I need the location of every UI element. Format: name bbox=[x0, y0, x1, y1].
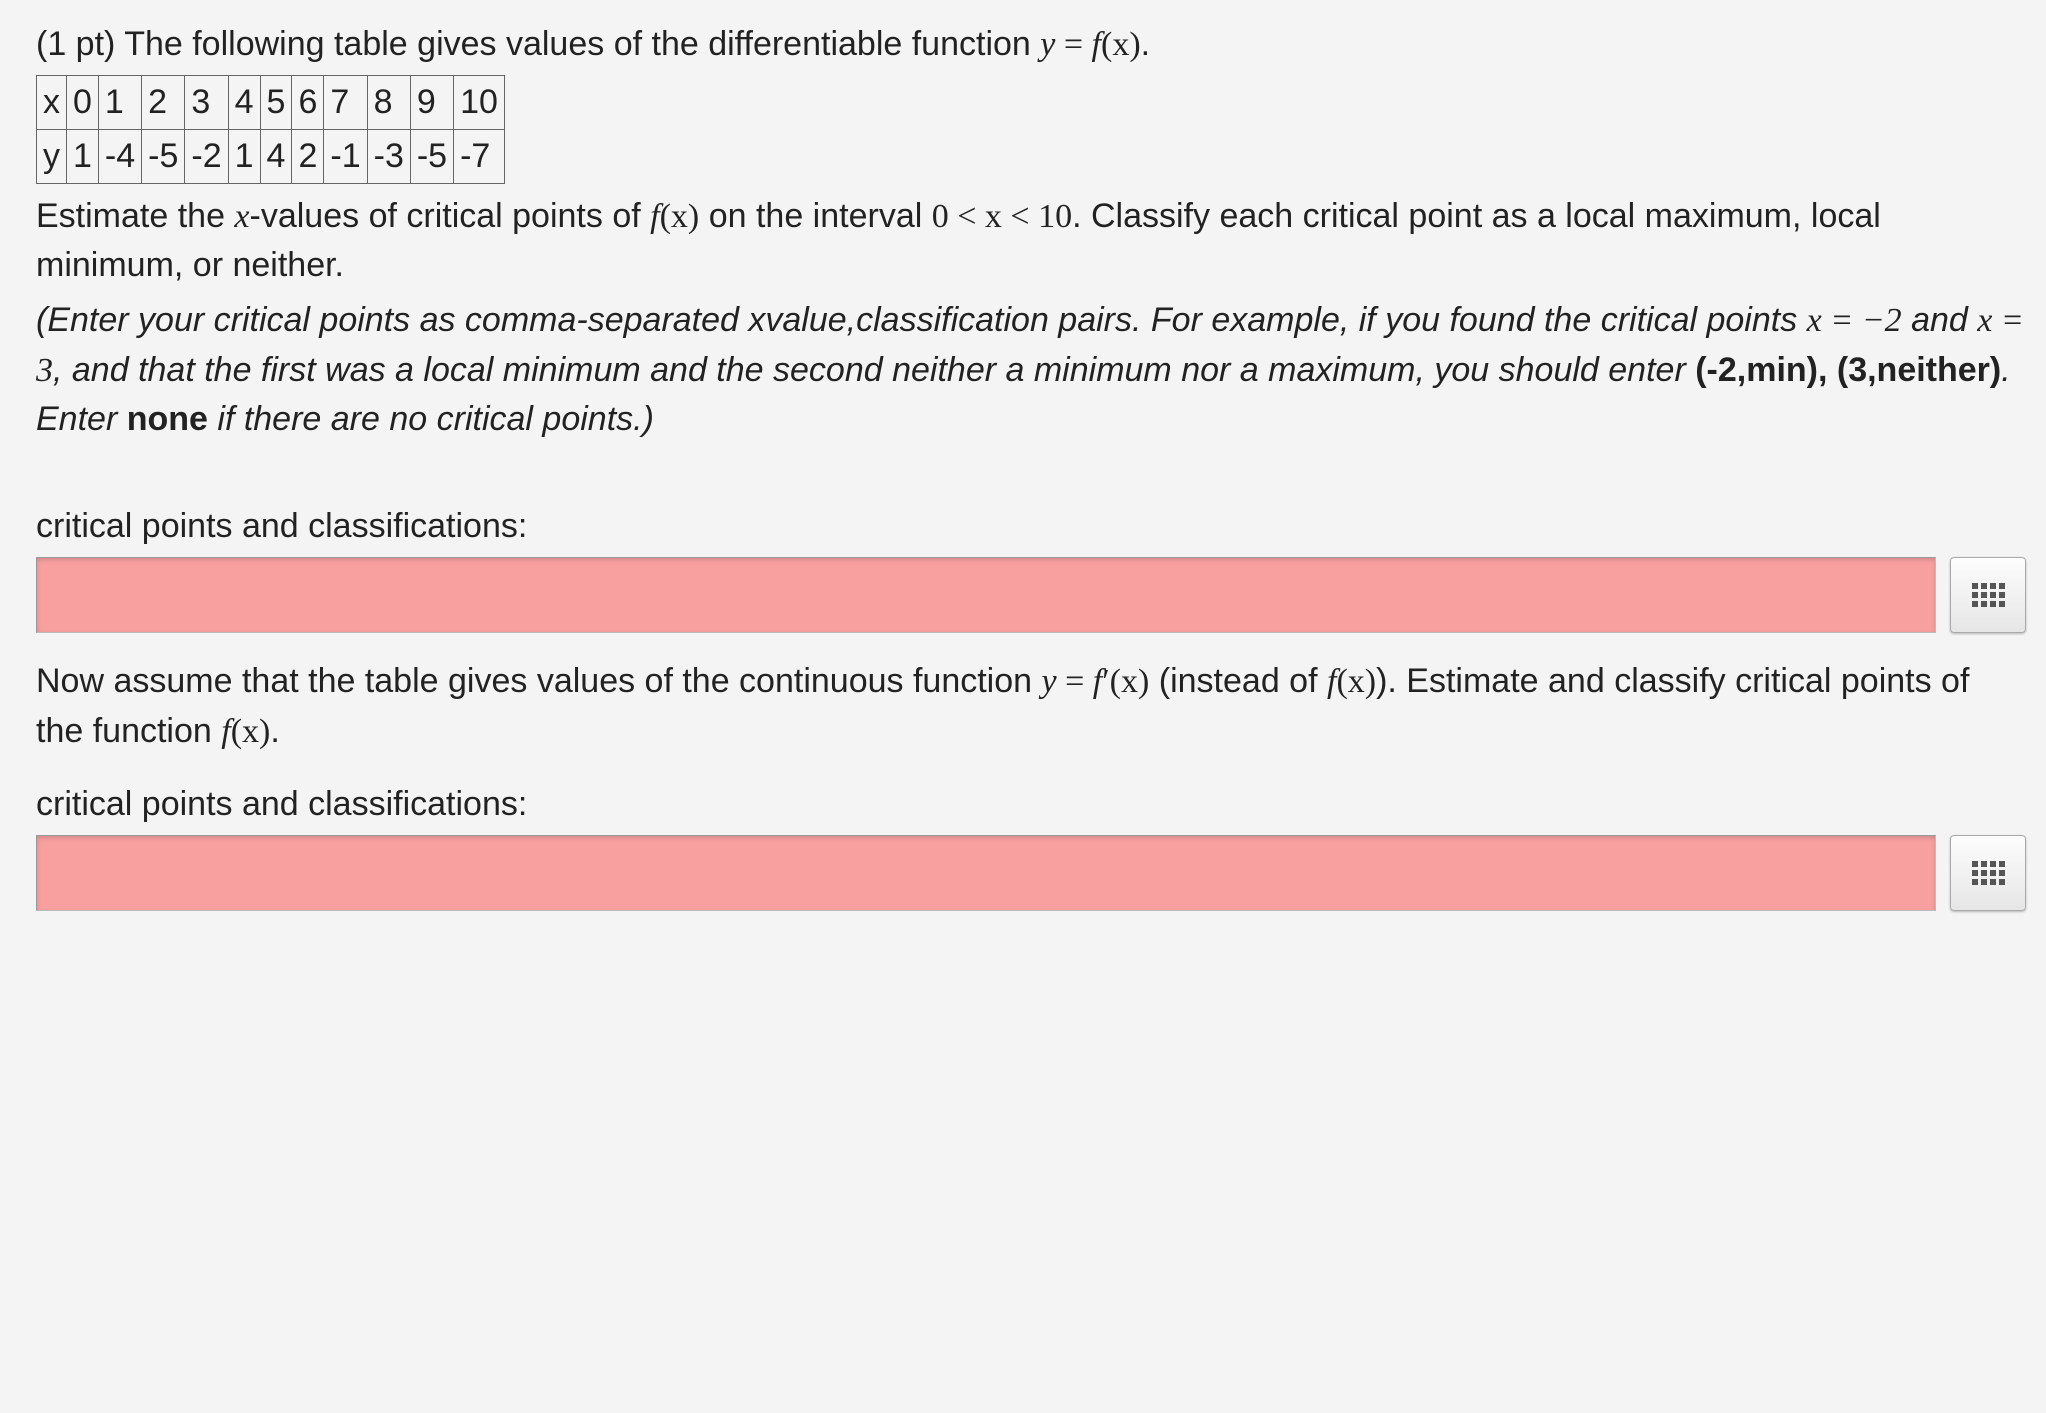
part2-instruction: Now assume that the table gives values o… bbox=[36, 657, 2026, 756]
intro-period: . bbox=[1141, 25, 1150, 63]
entry-instructions: (Enter your critical points as comma-sep… bbox=[36, 296, 2026, 444]
table-header-x: x bbox=[37, 76, 67, 130]
intro-text: The following table gives values of the … bbox=[124, 25, 1040, 63]
table-cell: 1 bbox=[228, 129, 260, 183]
table-cell: -3 bbox=[367, 129, 410, 183]
table-cell: 7 bbox=[324, 76, 367, 130]
part2-text-2: (instead of bbox=[1149, 662, 1327, 700]
part2-eq-f: f bbox=[1093, 663, 1102, 700]
table-cell: 9 bbox=[410, 76, 453, 130]
problem-page: (1 pt) The following table gives values … bbox=[0, 0, 2046, 965]
estimate-instruction: Estimate the x-values of critical points… bbox=[36, 192, 2026, 291]
interval: 0 < x < 10 bbox=[932, 198, 1072, 235]
table-cell: 3 bbox=[185, 76, 228, 130]
instr-none: none bbox=[127, 400, 208, 438]
values-table: x 0 1 2 3 4 5 6 7 8 9 10 y 1 -4 -5 -2 1 … bbox=[36, 75, 505, 183]
table-cell: -2 bbox=[185, 129, 228, 183]
intro-line: (1 pt) The following table gives values … bbox=[36, 20, 2026, 69]
instr-text-2: , and that the first was a local minimum… bbox=[53, 351, 1695, 389]
critical-points-label-1: critical points and classifications: bbox=[36, 502, 2026, 551]
table-cell: 0 bbox=[67, 76, 99, 130]
table-cell: 6 bbox=[292, 76, 324, 130]
intro-eq-arg: (x) bbox=[1101, 26, 1141, 63]
instr-x2-lhs: x bbox=[1977, 302, 1992, 339]
estimate-text-2: -values of critical points of bbox=[250, 197, 651, 235]
part2-eq-prime: ′ bbox=[1102, 663, 1109, 700]
estimate-text-3: on the interval bbox=[699, 197, 931, 235]
table-cell: -4 bbox=[98, 129, 141, 183]
instr-text-4: if there are no critical points.) bbox=[208, 400, 654, 438]
table-cell: -5 bbox=[410, 129, 453, 183]
instr-x1-lhs: x bbox=[1807, 302, 1822, 339]
table-cell: -7 bbox=[454, 129, 505, 183]
instr-x2-val: 3 bbox=[36, 352, 53, 389]
table-cell: 5 bbox=[260, 76, 292, 130]
instr-example: (-2,min), (3,neither) bbox=[1695, 351, 2001, 389]
table-cell: 10 bbox=[454, 76, 505, 130]
keypad-button-1[interactable] bbox=[1950, 557, 2026, 633]
instr-eq-1: = bbox=[1822, 302, 1862, 339]
intro-eq-eq: = bbox=[1055, 26, 1091, 63]
table-cell: -1 bbox=[324, 129, 367, 183]
critical-points-input-2[interactable] bbox=[36, 835, 1936, 911]
keypad-icon bbox=[1972, 583, 2005, 607]
estimate-f: f bbox=[650, 198, 659, 235]
table-cell: 1 bbox=[98, 76, 141, 130]
instr-and: and bbox=[1902, 301, 1978, 339]
answer-row-1 bbox=[36, 557, 2026, 633]
table-cell: -5 bbox=[142, 129, 185, 183]
part2-eq-lhs: y bbox=[1042, 663, 1057, 700]
intro-eq-lhs: y bbox=[1040, 26, 1055, 63]
part2-eq-arg: (x) bbox=[1110, 663, 1150, 700]
instr-text-1: (Enter your critical points as comma-sep… bbox=[36, 301, 1807, 339]
intro-eq-f: f bbox=[1092, 26, 1101, 63]
table-row-y: y 1 -4 -5 -2 1 4 2 -1 -3 -5 -7 bbox=[37, 129, 505, 183]
keypad-icon bbox=[1972, 861, 2005, 885]
critical-points-input-1[interactable] bbox=[36, 557, 1936, 633]
instr-x1-val: 2 bbox=[1885, 302, 1902, 339]
critical-points-label-2: critical points and classifications: bbox=[36, 780, 2026, 829]
part2-fx2-f: f bbox=[221, 713, 230, 750]
part2-fx2-arg: (x) bbox=[231, 713, 271, 750]
table-cell: 2 bbox=[292, 129, 324, 183]
table-cell: 4 bbox=[260, 129, 292, 183]
estimate-x: x bbox=[234, 198, 249, 235]
table-cell: 4 bbox=[228, 76, 260, 130]
estimate-text-1: Estimate the bbox=[36, 197, 234, 235]
part2-eq-eq: = bbox=[1057, 663, 1093, 700]
part2-text-1: Now assume that the table gives values o… bbox=[36, 662, 1042, 700]
instr-x1-neg: − bbox=[1862, 302, 1885, 339]
instr-eq-2: = bbox=[1992, 302, 2023, 339]
part2-fx-arg: (x) bbox=[1336, 663, 1376, 700]
table-cell: 1 bbox=[67, 129, 99, 183]
table-row-x: x 0 1 2 3 4 5 6 7 8 9 10 bbox=[37, 76, 505, 130]
keypad-button-2[interactable] bbox=[1950, 835, 2026, 911]
part2-text-4: . bbox=[270, 712, 279, 750]
table-header-y: y bbox=[37, 129, 67, 183]
estimate-fx-arg: (x) bbox=[660, 198, 700, 235]
table-cell: 2 bbox=[142, 76, 185, 130]
answer-row-2 bbox=[36, 835, 2026, 911]
table-cell: 8 bbox=[367, 76, 410, 130]
points-label: (1 pt) bbox=[36, 25, 115, 63]
